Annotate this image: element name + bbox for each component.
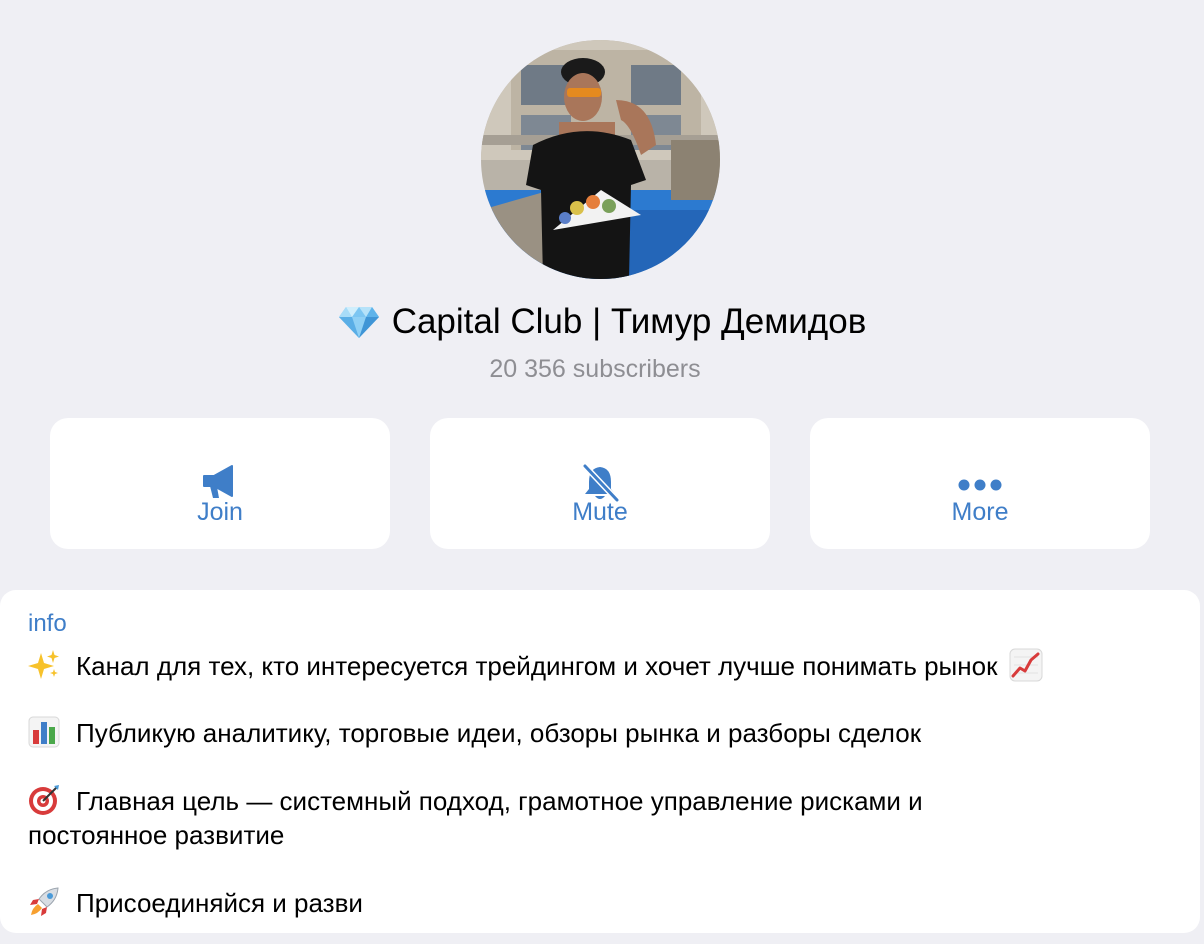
info-line-1: Канал для тех, кто интересуется трейдинг… xyxy=(28,648,1043,683)
info-line-4: Присоединяйся и разви xyxy=(28,886,363,920)
rocket-icon xyxy=(30,887,59,916)
info-text-1: Канал для тех, кто интересуется трейдинг… xyxy=(76,651,998,681)
info-line-2: Публикую аналитику, торговые идеи, обзор… xyxy=(28,716,921,750)
info-text-3: Главная цель — системный подход, грамотн… xyxy=(76,786,923,816)
channel-title-row: Capital Club | Тимур Демидов xyxy=(0,300,1204,344)
info-label: info xyxy=(28,610,67,637)
more-label: More xyxy=(951,498,1009,526)
join-button[interactable]: Join xyxy=(50,418,390,549)
channel-avatar[interactable] xyxy=(481,40,720,279)
info-text-2: Публикую аналитику, торговые идеи, обзор… xyxy=(76,718,922,748)
subscriber-count: 20 356 subscribers xyxy=(489,355,701,383)
info-card: info Канал для тех, кто интересуется тре… xyxy=(0,590,1200,933)
sparkles-icon xyxy=(28,650,59,679)
mute-button[interactable]: Mute xyxy=(430,418,770,549)
gem-icon xyxy=(338,307,379,338)
channel-title: Capital Club | Тимур Демидов xyxy=(391,302,867,341)
info-line-3: Главная цель — системный подход, грамотн… xyxy=(28,784,923,818)
join-label: Join xyxy=(197,498,243,526)
info-text-4: Присоединяйся и разви xyxy=(76,888,363,918)
bar-chart-icon xyxy=(28,716,60,748)
mute-label: Mute xyxy=(572,498,628,526)
chart-increasing-icon xyxy=(1009,648,1043,682)
info-line-3-continuation: постоянное развитие xyxy=(28,820,285,850)
avatar-photo xyxy=(481,40,720,279)
target-icon xyxy=(29,785,59,815)
more-button[interactable]: More xyxy=(810,418,1150,549)
